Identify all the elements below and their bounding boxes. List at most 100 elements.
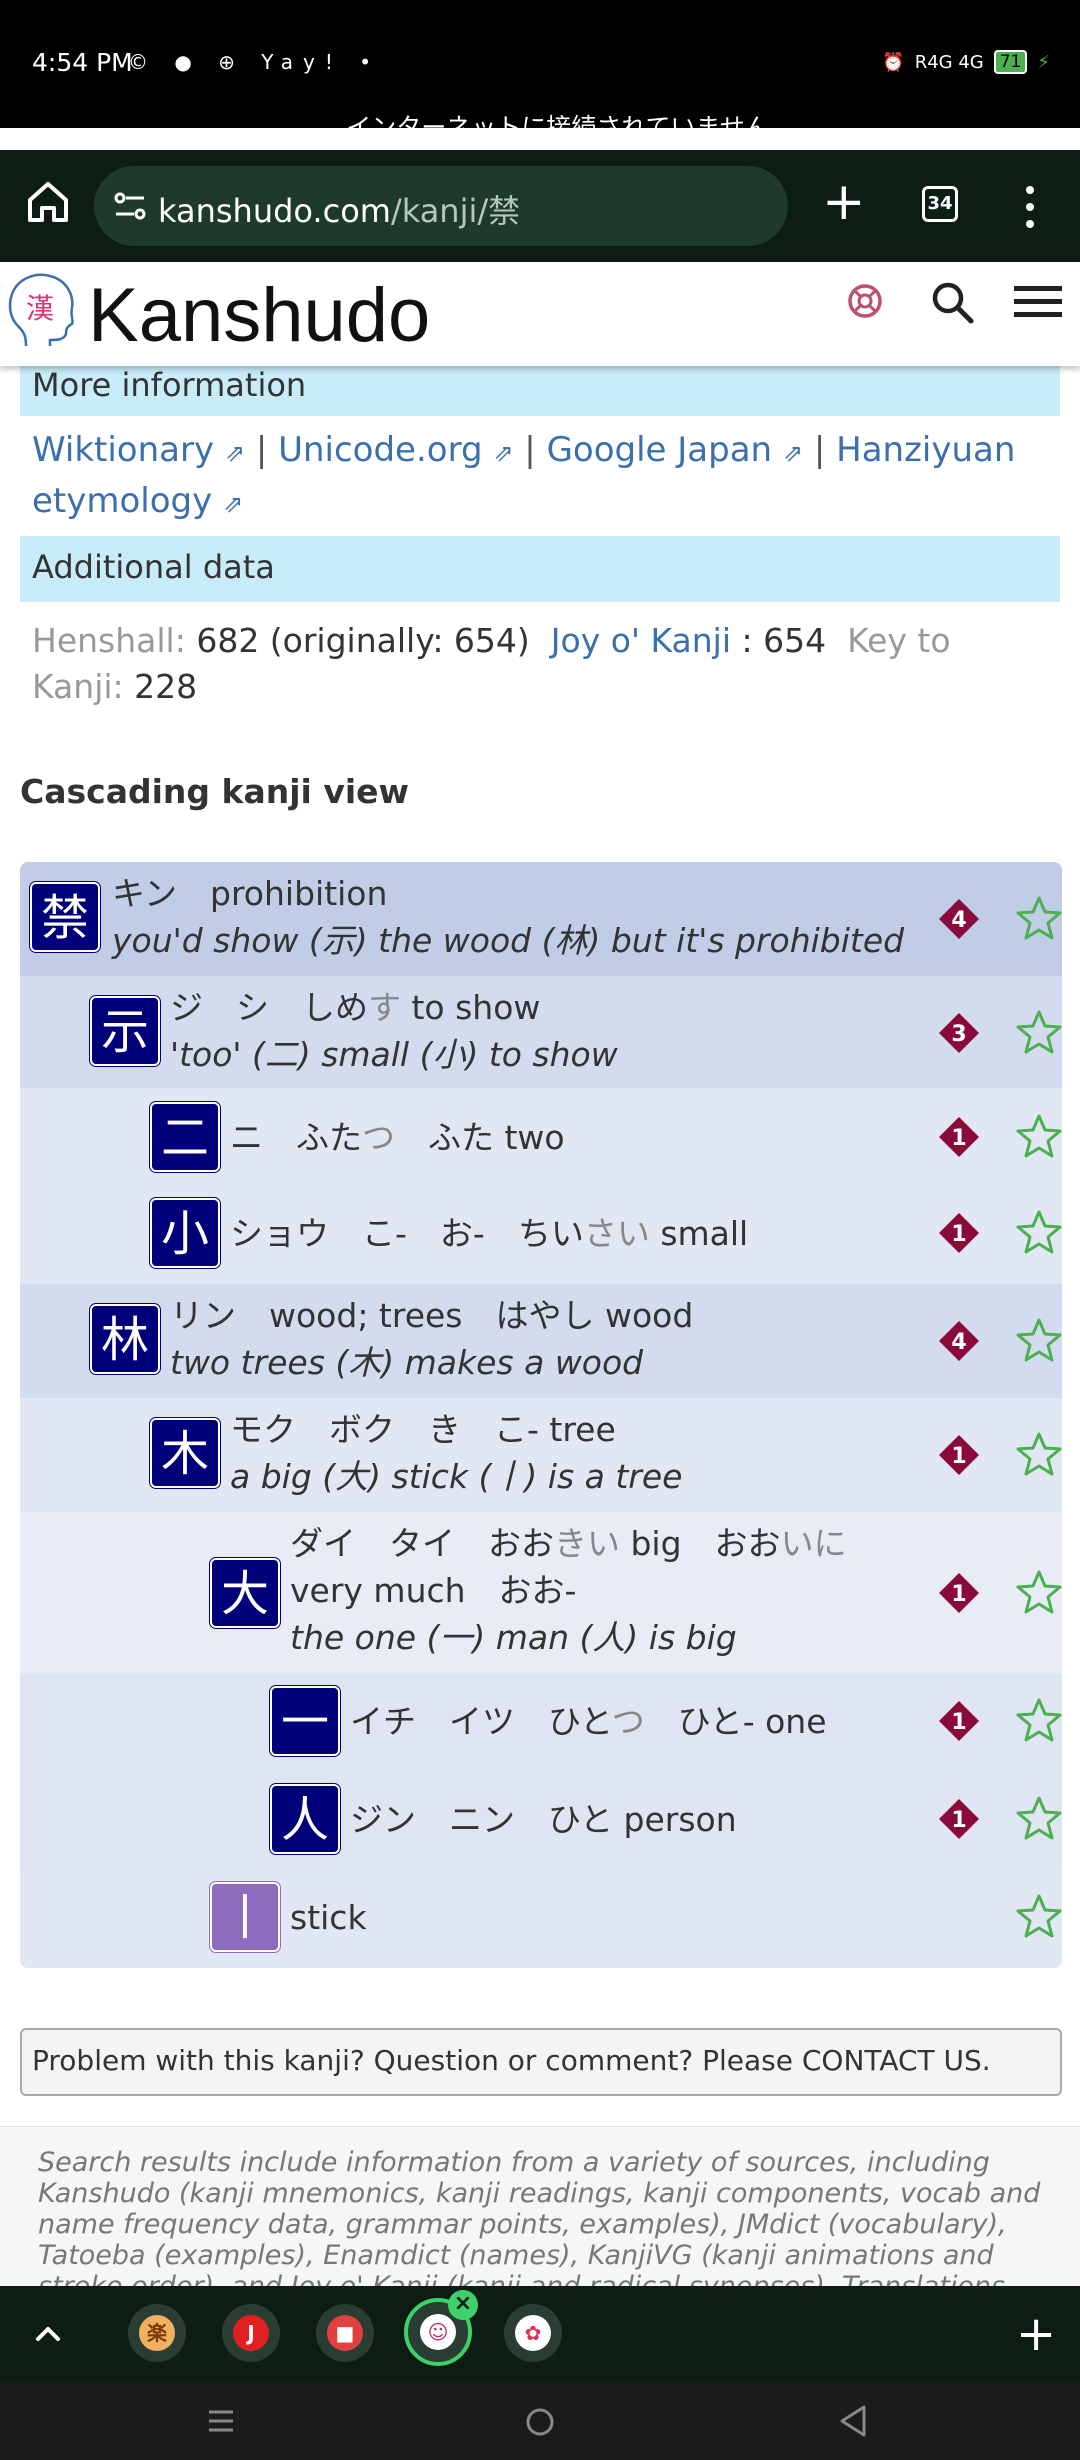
star-icon[interactable]	[1014, 1316, 1062, 1366]
cascade-row[interactable]: 禁 キン prohibition you'd show (示) the wood…	[20, 862, 1062, 976]
kanji-box[interactable]: 人	[270, 1784, 340, 1854]
site-brand[interactable]: Kanshudo	[88, 272, 430, 359]
offline-banner: ☁ インターネットに接続されていません	[0, 108, 1080, 144]
search-icon[interactable]	[930, 280, 974, 324]
grade-badge-icon: 1	[939, 1213, 979, 1253]
svg-text:1: 1	[951, 1126, 966, 1151]
svg-text:漢: 漢	[26, 292, 54, 325]
link-google-japan[interactable]: Google Japan ⇗	[547, 430, 803, 470]
grade-badge-icon: 1	[939, 1435, 979, 1475]
site-header: 漢 Kanshudo	[0, 262, 1080, 366]
svg-text:1: 1	[951, 1444, 966, 1469]
link-wiktionary[interactable]: Wiktionary ⇗	[32, 430, 245, 470]
status-time: 4:54 PM	[32, 48, 133, 77]
cascade-row[interactable]: 示 ジ シ しめす to show 'too' (二) small (小) to…	[20, 976, 1062, 1088]
svg-text:3: 3	[951, 1022, 966, 1047]
grade-badge-icon: 4	[939, 1321, 979, 1361]
grade-badge-icon: 1	[939, 1117, 979, 1157]
site-settings-icon[interactable]	[112, 188, 148, 224]
svg-text:4: 4	[951, 1330, 966, 1355]
star-icon[interactable]	[1014, 1892, 1062, 1942]
cascade-text: モク ボク き こ- tree a big (大) stick (丨) is a…	[230, 1410, 683, 1496]
home-icon[interactable]	[24, 178, 72, 226]
cascade-title: Cascading kanji view	[20, 772, 410, 811]
tab-switcher-button[interactable]: 34	[922, 186, 958, 222]
star-icon[interactable]	[1014, 1696, 1062, 1746]
kanji-box[interactable]: 木	[150, 1418, 220, 1488]
grade-badge-icon: 1	[939, 1799, 979, 1839]
tab-app-icon[interactable]: J	[222, 2304, 280, 2362]
star-icon[interactable]	[1014, 1208, 1062, 1258]
grade-badge-icon: 4	[939, 899, 979, 939]
star-icon[interactable]	[1014, 1794, 1062, 1844]
star-icon[interactable]	[1014, 1112, 1062, 1162]
recents-icon[interactable]	[206, 2406, 236, 2436]
cascade-row[interactable]: 林 リン wood; trees はやし wood two trees (木) …	[20, 1284, 1062, 1398]
link-joy-o-kanji[interactable]: Joy o' Kanji	[551, 621, 731, 660]
hamburger-menu-icon[interactable]	[1014, 284, 1062, 320]
star-icon[interactable]	[1014, 1568, 1062, 1618]
cascade-text: ショウ こ- お- ちいさい small	[230, 1214, 749, 1253]
lifebuoy-icon[interactable]	[846, 282, 884, 320]
radical-box[interactable]: 丨	[210, 1882, 280, 1952]
cascade-text: リン wood; trees はやし wood two trees (木) ma…	[170, 1296, 694, 1382]
cascade-row[interactable]: 一 イチ イツ ひとつ ひと- one 1	[20, 1674, 1062, 1772]
cascade-text: ダイ タイ おおきい big おおいに very much おお- the on…	[290, 1524, 847, 1657]
svg-text:4: 4	[951, 908, 966, 933]
svg-text:1: 1	[951, 1808, 966, 1833]
kanji-box[interactable]: 一	[270, 1686, 340, 1756]
network-indicator: R4G 4G	[914, 51, 984, 73]
kanji-box[interactable]: 大	[210, 1558, 280, 1628]
additional-data: Henshall: 682 (originally: 654) Joy o' K…	[32, 621, 951, 706]
star-icon[interactable]	[1014, 1008, 1062, 1058]
chevron-up-icon[interactable]	[28, 2314, 68, 2354]
system-nav-bar	[0, 2382, 1080, 2460]
link-unicode[interactable]: Unicode.org ⇗	[278, 430, 513, 470]
notification-icons: © ● ⊕ Yay! •	[128, 50, 382, 74]
more-menu-icon[interactable]	[1024, 184, 1036, 230]
cascade-row[interactable]: 人 ジン ニン ひと person 1	[20, 1772, 1062, 1870]
star-icon[interactable]	[1014, 1430, 1062, 1480]
grade-badge-icon: 1	[939, 1701, 979, 1741]
cascade-row[interactable]: 木 モク ボク き こ- tree a big (大) stick (丨) is…	[20, 1398, 1062, 1512]
kanji-box[interactable]: 禁	[30, 882, 100, 952]
cascade-text: キン prohibition you'd show (示) the wood (…	[112, 874, 905, 960]
cloud-off-icon: ☁	[310, 117, 333, 142]
kanji-box[interactable]: 二	[150, 1102, 220, 1172]
contact-box[interactable]: Problem with this kanji? Question or com…	[20, 2028, 1062, 2096]
new-tab-button[interactable]: +	[822, 176, 866, 228]
star-icon[interactable]	[1014, 894, 1062, 944]
cascade-text: ニ ふたつ ふた two	[230, 1118, 565, 1157]
kanshudo-logo-icon[interactable]: 漢	[6, 270, 76, 350]
cascade-view: 禁 キン prohibition you'd show (示) the wood…	[20, 862, 1062, 1968]
cascade-text: イチ イツ ひとつ ひと- one	[350, 1702, 827, 1741]
grade-badge-icon: 3	[939, 1013, 979, 1053]
status-bar: 4:54 PM © ● ⊕ Yay! • ⏰ R4G 4G 71 ⚡ ☁ インター…	[0, 0, 1080, 142]
back-icon[interactable]	[838, 2404, 868, 2438]
address-bar[interactable]: kanshudo.com/kanji/禁	[94, 166, 788, 246]
tab-app-icon[interactable]: ■	[316, 2304, 374, 2362]
kanji-box[interactable]: 林	[90, 1304, 160, 1374]
tab-app-icon[interactable]: ✿	[504, 2304, 562, 2362]
additional-data-heading: Additional data	[20, 536, 1060, 602]
add-tab-button[interactable]: +	[1016, 2306, 1056, 2362]
kanji-box[interactable]: 示	[90, 996, 160, 1066]
battery-icon: 71	[993, 50, 1028, 74]
home-nav-icon[interactable]	[524, 2406, 556, 2438]
close-tab-icon[interactable]: ×	[448, 2290, 478, 2320]
cascade-row[interactable]: 二 ニ ふたつ ふた two 1	[20, 1088, 1062, 1186]
bottom-tab-bar: 楽 J ■ ☺ × ✿ +	[0, 2286, 1080, 2382]
kanji-box[interactable]: 小	[150, 1198, 220, 1268]
browser-toolbar: kanshudo.com/kanji/禁 + 34	[0, 150, 1080, 262]
cascade-row[interactable]: 丨 stick	[20, 1870, 1062, 1968]
sources-disclaimer: Search results include information from …	[0, 2126, 1080, 2286]
cascade-text: ジ シ しめす to show 'too' (二) small (小) to s…	[170, 988, 618, 1074]
cascade-row[interactable]: 小 ショウ こ- お- ちいさい small 1	[20, 1186, 1062, 1284]
more-info-links: Wiktionary ⇗ | Unicode.org ⇗ | Google Ja…	[32, 430, 1016, 521]
url-text[interactable]: kanshudo.com/kanji/禁	[158, 186, 520, 232]
tab-app-icon[interactable]: 楽	[128, 2304, 186, 2362]
cascade-row[interactable]: 大 ダイ タイ おおきい big おおいに very much おお- the …	[20, 1512, 1062, 1674]
grade-badge-icon: 1	[939, 1573, 979, 1613]
cascade-text: ジン ニン ひと person	[350, 1800, 737, 1839]
status-right: ⏰ R4G 4G 71 ⚡	[882, 50, 1050, 74]
